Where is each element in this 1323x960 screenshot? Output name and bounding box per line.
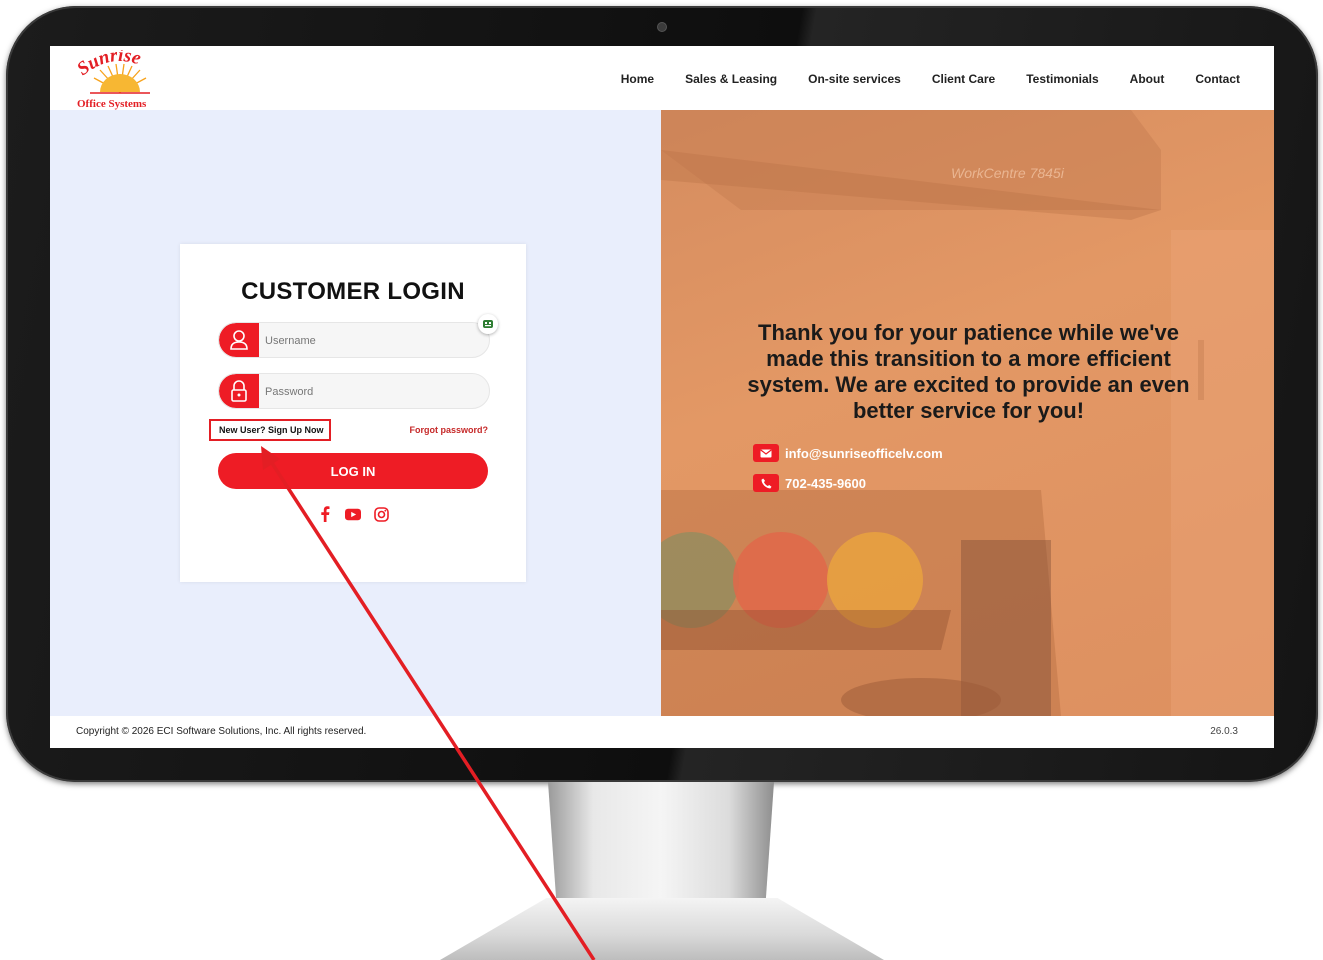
- site-footer: Copyright © 2026 ECI Software Solutions,…: [50, 716, 1274, 748]
- password-input[interactable]: [263, 374, 487, 408]
- nav-onsite-services[interactable]: On-site services: [808, 72, 901, 86]
- promo-message: Thank you for your patience while we've …: [747, 320, 1190, 423]
- nav-sales-leasing[interactable]: Sales & Leasing: [685, 72, 777, 86]
- username-field: [218, 322, 490, 358]
- envelope-icon: [753, 444, 779, 462]
- forgot-password-link[interactable]: Forgot password?: [410, 425, 489, 435]
- lock-icon: [219, 374, 259, 408]
- monitor-stand-neck: [548, 782, 774, 912]
- svg-text:Sunrise: Sunrise: [73, 50, 144, 80]
- nav-testimonials[interactable]: Testimonials: [1026, 72, 1098, 86]
- email-contact: info@sunriseofficelv.com: [753, 444, 943, 462]
- user-icon: [219, 323, 259, 357]
- password-manager-icon[interactable]: [478, 314, 498, 334]
- phone-icon: [753, 474, 779, 492]
- username-input[interactable]: [263, 323, 487, 357]
- instagram-icon[interactable]: [373, 506, 389, 522]
- signup-link[interactable]: New User? Sign Up Now: [209, 419, 331, 441]
- version-number: 26.0.3: [1210, 726, 1238, 737]
- promo-pane: WorkCentre 7845i Thank you for your pati…: [661, 110, 1274, 716]
- phone-link[interactable]: 702-435-9600: [785, 476, 866, 491]
- sun-logo-icon: Sunrise: [73, 50, 150, 94]
- login-pane: CUSTOMER LOGIN Username New User? Sign U…: [50, 110, 661, 716]
- webcam-dot: [657, 22, 667, 32]
- nav-home[interactable]: Home: [621, 72, 654, 86]
- logo-subtitle: Office Systems: [77, 98, 147, 110]
- site-header: Sunrise Office Systems Home Sales & Leas…: [50, 46, 1274, 110]
- facebook-icon[interactable]: [317, 506, 333, 522]
- sunrise-logo[interactable]: Sunrise Office Systems: [70, 50, 170, 110]
- youtube-icon[interactable]: [345, 506, 361, 522]
- nav-client-care[interactable]: Client Care: [932, 72, 995, 86]
- login-button[interactable]: LOG IN: [218, 453, 488, 489]
- login-title: CUSTOMER LOGIN: [241, 278, 465, 305]
- main-nav: Home Sales & Leasing On-site services Cl…: [590, 72, 1240, 86]
- login-card: CUSTOMER LOGIN Username New User? Sign U…: [180, 244, 526, 582]
- nav-about[interactable]: About: [1130, 72, 1165, 86]
- screen: Sunrise Office Systems Home Sales & Leas…: [50, 46, 1274, 748]
- social-links: [180, 506, 526, 522]
- phone-contact: 702-435-9600: [753, 474, 866, 492]
- monitor-stand-base: [440, 898, 884, 960]
- device-label: WorkCentre 7845i: [951, 165, 1065, 181]
- email-link[interactable]: info@sunriseofficelv.com: [785, 446, 943, 461]
- copyright-text: Copyright © 2026 ECI Software Solutions,…: [76, 726, 367, 737]
- nav-contact[interactable]: Contact: [1195, 72, 1240, 86]
- password-field: [218, 373, 490, 409]
